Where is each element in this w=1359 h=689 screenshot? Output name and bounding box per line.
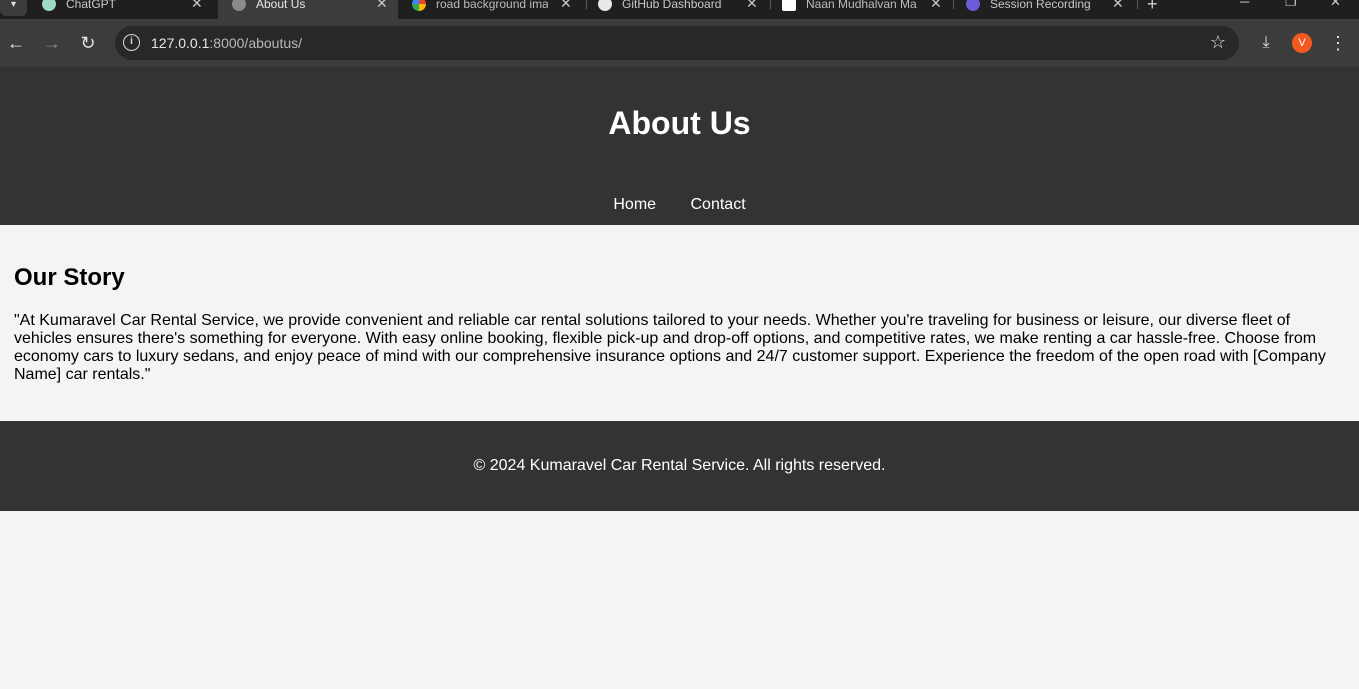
forward-arrow-icon[interactable]: →: [40, 31, 64, 55]
naan-mudhalvan-favicon-icon: [782, 0, 796, 11]
profile-avatar[interactable]: V: [1292, 33, 1312, 53]
close-tab-icon[interactable]: ✕: [560, 0, 572, 11]
tab-title: road background ima: [436, 0, 548, 11]
url-text[interactable]: 127.0.0.1:8000/aboutus/: [151, 35, 302, 51]
session-recording-favicon-icon: [966, 0, 980, 11]
site-header: About Us Home Contact: [0, 67, 1359, 225]
tab-title: About Us: [256, 0, 306, 11]
tab-search-chevron-icon[interactable]: ▾: [0, 0, 27, 16]
browser-menu-icon[interactable]: ⋮: [1328, 31, 1348, 55]
tab-github-dashboard[interactable]: GitHub Dashboard ✕: [584, 0, 770, 19]
address-bar[interactable]: i 127.0.0.1:8000/aboutus/ ☆: [115, 26, 1239, 60]
tab-title: GitHub Dashboard: [622, 0, 722, 11]
close-tab-icon[interactable]: ✕: [1112, 0, 1124, 11]
chatgpt-favicon-icon: [42, 0, 56, 11]
url-host: 127.0.0.1: [151, 35, 210, 51]
close-window-icon[interactable]: ✕: [1330, 0, 1341, 10]
tab-naan-mudhalvan[interactable]: Naan Mudhalvan Ma ✕: [768, 0, 954, 19]
globe-favicon-icon: [232, 0, 246, 11]
close-tab-icon[interactable]: ✕: [930, 0, 942, 11]
new-tab-icon[interactable]: +: [1147, 0, 1158, 15]
page-viewport: About Us Home Contact Our Story "At Kuma…: [0, 67, 1359, 689]
site-footer: © 2024 Kumaravel Car Rental Service. All…: [0, 421, 1359, 511]
restore-window-icon[interactable]: ❐: [1285, 0, 1297, 10]
tab-about-us[interactable]: About Us ✕: [218, 0, 398, 19]
back-arrow-icon[interactable]: ←: [4, 31, 28, 55]
download-icon[interactable]: ⤓: [1254, 31, 1278, 55]
tab-chatgpt[interactable]: ChatGPT ✕: [28, 0, 218, 19]
site-nav: Home Contact: [0, 196, 1359, 214]
minimize-window-icon[interactable]: ─: [1240, 0, 1249, 9]
section-heading: Our Story: [14, 264, 125, 291]
story-section: Our Story "At Kumaravel Car Rental Servi…: [14, 264, 1344, 384]
tab-title: ChatGPT: [66, 0, 117, 11]
tab-road-background[interactable]: road background ima ✕: [398, 0, 584, 19]
github-favicon-icon: [598, 0, 612, 11]
browser-toolbar: ← → ↻ i 127.0.0.1:8000/aboutus/ ☆ ⤓ V ⋮: [0, 19, 1359, 67]
tab-strip: ▾ ChatGPT ✕ About Us ✕ road background i…: [0, 0, 1359, 19]
bookmark-star-icon[interactable]: ☆: [1210, 32, 1226, 53]
footer-copyright: © 2024 Kumaravel Car Rental Service. All…: [473, 457, 886, 474]
google-favicon-icon: [412, 0, 426, 11]
tab-session-recording[interactable]: Session Recording ✕: [952, 0, 1138, 19]
close-tab-icon[interactable]: ✕: [191, 0, 203, 11]
tab-title: Naan Mudhalvan Ma: [806, 0, 917, 11]
tab-title: Session Recording: [990, 0, 1091, 11]
story-paragraph: "At Kumaravel Car Rental Service, we pro…: [14, 312, 1326, 383]
url-path: :8000/aboutus/: [209, 35, 303, 51]
close-tab-icon[interactable]: ✕: [376, 0, 388, 11]
close-tab-icon[interactable]: ✕: [746, 0, 758, 11]
site-info-icon[interactable]: i: [123, 34, 140, 51]
reload-icon[interactable]: ↻: [76, 31, 100, 55]
nav-link-home[interactable]: Home: [613, 196, 656, 213]
nav-link-contact[interactable]: Contact: [691, 196, 746, 213]
tab-separator: [1137, 0, 1138, 9]
page-title: About Us: [608, 105, 751, 141]
